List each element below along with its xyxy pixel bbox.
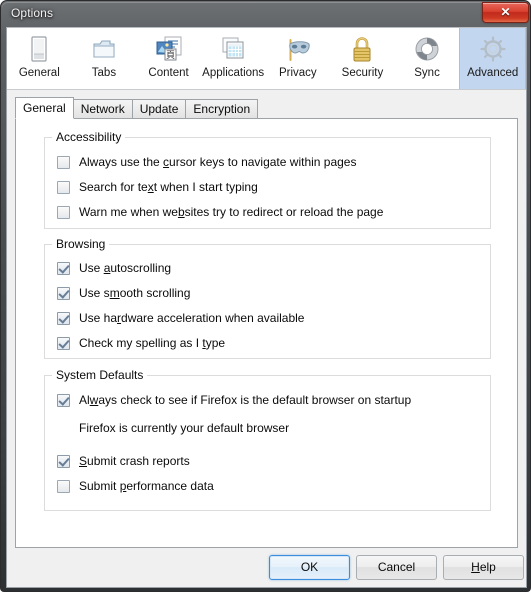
ok-button[interactable]: OK — [269, 555, 350, 580]
toolbar-label-applications: Applications — [202, 67, 265, 79]
cancel-button[interactable]: Cancel — [356, 555, 437, 580]
checkbox-default-browser-check[interactable] — [57, 393, 70, 407]
toolbar-item-tabs[interactable]: Tabs — [72, 28, 137, 89]
checkbox-label-autoscrolling: Use autoscrolling — [79, 261, 172, 275]
close-icon: ✕ — [500, 5, 511, 19]
browsing-group: Browsing Use autoscrolling Use smooth sc… — [44, 237, 491, 359]
browsing-group-legend: Browsing — [52, 237, 110, 251]
checkbox-label-search-typing: Search for text when I start typing — [79, 180, 258, 194]
security-lock-icon — [346, 33, 378, 65]
system-defaults-group-legend: System Defaults — [52, 368, 148, 382]
toolbar-label-privacy: Privacy — [278, 67, 317, 79]
checkbox-row-warn-redirect[interactable]: Warn me when websites try to redirect or… — [57, 205, 383, 219]
checkbox-row-search-typing[interactable]: Search for text when I start typing — [57, 180, 258, 194]
advanced-gear-icon — [477, 33, 509, 65]
checkbox-label-cursor-keys: Always use the cursor keys to navigate w… — [79, 155, 357, 169]
checkbox-row-smooth-scrolling[interactable]: Use smooth scrolling — [57, 286, 190, 300]
checkbox-row-hardware-acceleration[interactable]: Use hardware acceleration when available — [57, 311, 304, 325]
checkbox-smooth-scrolling[interactable] — [57, 286, 70, 300]
dialog-client-area: General Tabs 頁 Content Applications Priv… — [6, 27, 527, 588]
help-button[interactable]: Help — [443, 555, 524, 580]
checkbox-label-spellcheck: Check my spelling as I type — [79, 336, 226, 350]
subtab-encryption[interactable]: Encryption — [185, 99, 259, 118]
accessibility-group: Accessibility Always use the cursor keys… — [44, 130, 491, 229]
tabs-icon — [88, 33, 120, 65]
toolbar-label-content: Content — [148, 67, 189, 79]
title-bar[interactable]: Options ✕ — [1, 1, 531, 27]
toolbar-item-applications[interactable]: Applications — [201, 28, 266, 89]
checkbox-row-cursor-keys[interactable]: Always use the cursor keys to navigate w… — [57, 155, 356, 169]
toolbar-item-security[interactable]: Security — [330, 28, 395, 89]
checkbox-row-autoscrolling[interactable]: Use autoscrolling — [57, 261, 171, 275]
advanced-general-panel: Accessibility Always use the cursor keys… — [15, 118, 518, 548]
checkbox-hardware-acceleration[interactable] — [57, 311, 70, 325]
toolbar-label-tabs: Tabs — [91, 67, 117, 79]
checkbox-label-hardware-acceleration: Use hardware acceleration when available — [79, 311, 305, 325]
options-dialog-window: Options ✕ General Tabs 頁 Content Applica… — [0, 0, 531, 592]
window-title: Options — [11, 6, 54, 20]
system-defaults-group: System Defaults Always check to see if F… — [44, 368, 491, 511]
subtab-update[interactable]: Update — [131, 99, 187, 118]
dialog-button-bar: OK Cancel Help — [7, 547, 526, 587]
subtab-network[interactable]: Network — [72, 99, 133, 118]
checkbox-row-performance-data[interactable]: Submit performance data — [57, 479, 214, 493]
privacy-mask-icon — [282, 33, 314, 65]
svg-text:頁: 頁 — [166, 50, 175, 61]
default-browser-status-text: Firefox is currently your default browse… — [79, 421, 290, 435]
checkbox-autoscrolling[interactable] — [57, 261, 70, 275]
checkbox-row-crash-reports[interactable]: Submit crash reports — [57, 454, 190, 468]
checkbox-search-typing[interactable] — [57, 180, 70, 194]
accessibility-group-legend: Accessibility — [52, 130, 126, 144]
category-toolbar: General Tabs 頁 Content Applications Priv… — [7, 28, 526, 90]
checkbox-label-warn-redirect: Warn me when websites try to redirect or… — [79, 205, 384, 219]
close-button[interactable]: ✕ — [482, 2, 529, 23]
toolbar-item-general[interactable]: General — [7, 28, 72, 89]
toolbar-item-sync[interactable]: Sync — [395, 28, 460, 89]
checkbox-performance-data[interactable] — [57, 479, 70, 493]
subtab-general[interactable]: General — [15, 97, 74, 119]
toolbar-item-content[interactable]: 頁 Content — [136, 28, 201, 89]
checkbox-label-default-browser-check: Always check to see if Firefox is the de… — [79, 393, 412, 407]
general-icon — [23, 33, 55, 65]
checkbox-row-default-browser-check[interactable]: Always check to see if Firefox is the de… — [57, 393, 411, 407]
checkbox-spellcheck[interactable] — [57, 336, 70, 350]
toolbar-label-advanced: Advanced — [467, 67, 519, 79]
toolbar-item-advanced[interactable]: Advanced — [459, 28, 526, 89]
checkbox-cursor-keys[interactable] — [57, 155, 70, 169]
checkbox-crash-reports[interactable] — [57, 454, 70, 468]
content-icon: 頁 — [153, 33, 185, 65]
toolbar-item-privacy[interactable]: Privacy — [266, 28, 331, 89]
checkbox-label-performance-data: Submit performance data — [79, 479, 214, 493]
checkbox-label-smooth-scrolling: Use smooth scrolling — [79, 286, 191, 300]
toolbar-label-general: General — [18, 67, 60, 79]
checkbox-warn-redirect[interactable] — [57, 205, 70, 219]
sync-icon — [411, 33, 443, 65]
toolbar-label-security: Security — [341, 67, 384, 79]
toolbar-label-sync: Sync — [414, 67, 440, 79]
advanced-subtab-strip: General Network Update Encryption — [15, 97, 259, 119]
checkbox-row-spellcheck[interactable]: Check my spelling as I type — [57, 336, 225, 350]
checkbox-label-crash-reports: Submit crash reports — [79, 454, 190, 468]
applications-icon — [217, 33, 249, 65]
